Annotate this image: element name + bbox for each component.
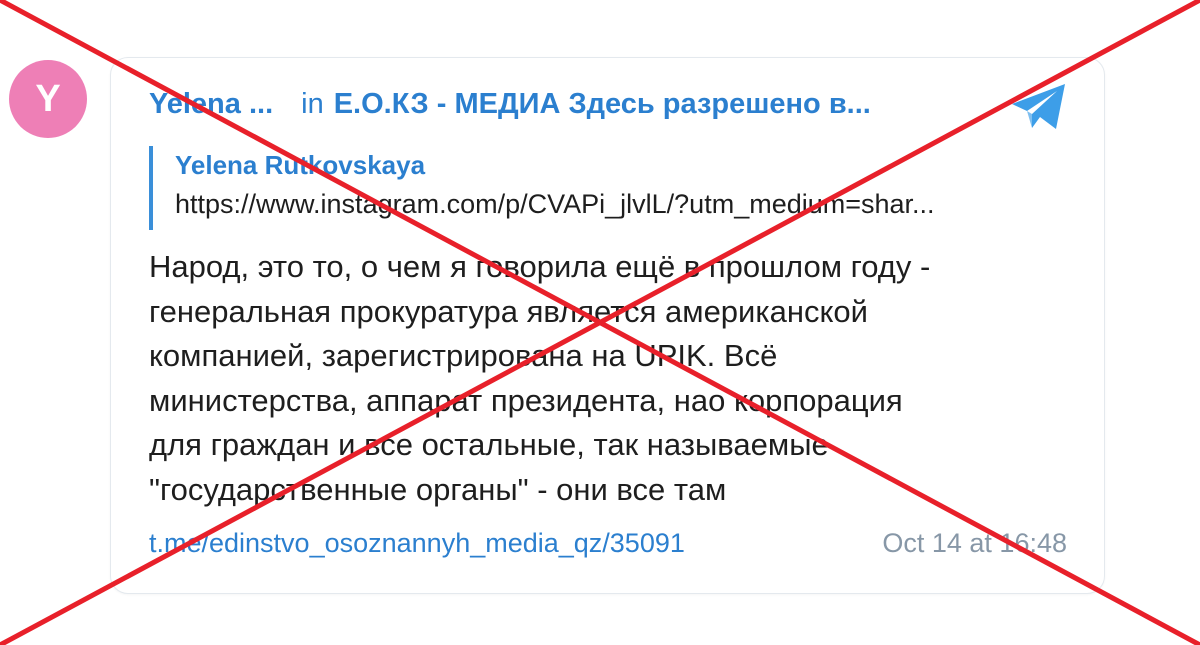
post-header: Yelena ... in Е.О.КЗ - МЕДИА Здесь разре… (149, 88, 969, 121)
forwarded-quote[interactable]: Yelena Rutkovskaya https://www.instagram… (149, 146, 1064, 230)
avatar-letter: Y (35, 77, 61, 120)
message-text: Народ, это то, о чем я говорила ещё в пр… (149, 245, 1064, 512)
quote-url: https://www.instagram.com/p/CVAPi_jlvlL/… (175, 189, 935, 219)
in-label: in (301, 88, 324, 120)
post-footer: t.me/edinstvo_osoznannyh_media_qz/35091 … (149, 528, 1067, 559)
telegram-post-card: Yelena ... in Е.О.КЗ - МЕДИА Здесь разре… (110, 57, 1105, 594)
post-timestamp[interactable]: Oct 14 at 16:48 (882, 528, 1067, 559)
telegram-paper-plane-icon[interactable] (1010, 82, 1068, 132)
message-line: генеральная прокуратура является америка… (149, 293, 868, 329)
quote-author: Yelena Rutkovskaya (175, 150, 426, 180)
screenshot-stage: Y Yelena ... in Е.О.КЗ - МЕДИА Здесь раз… (0, 0, 1200, 645)
author-name-link[interactable]: Yelena ... (149, 88, 273, 121)
message-line: "государственные органы" - они все там (149, 471, 727, 507)
avatar[interactable]: Y (9, 60, 87, 138)
message-line: компанией, зарегистрирована на UPIK. Всё (149, 338, 778, 373)
message-line: Народ, это то, о чем я говорила ещё в пр… (149, 249, 931, 284)
message-line: министерства, аппарат президента, нао ко… (149, 382, 903, 418)
message-line: для граждан и все остальные, так называе… (149, 427, 829, 462)
channel-name-link[interactable]: Е.О.КЗ - МЕДИА Здесь разрешено в... (334, 88, 871, 121)
post-link[interactable]: t.me/edinstvo_osoznannyh_media_qz/35091 (149, 528, 685, 559)
